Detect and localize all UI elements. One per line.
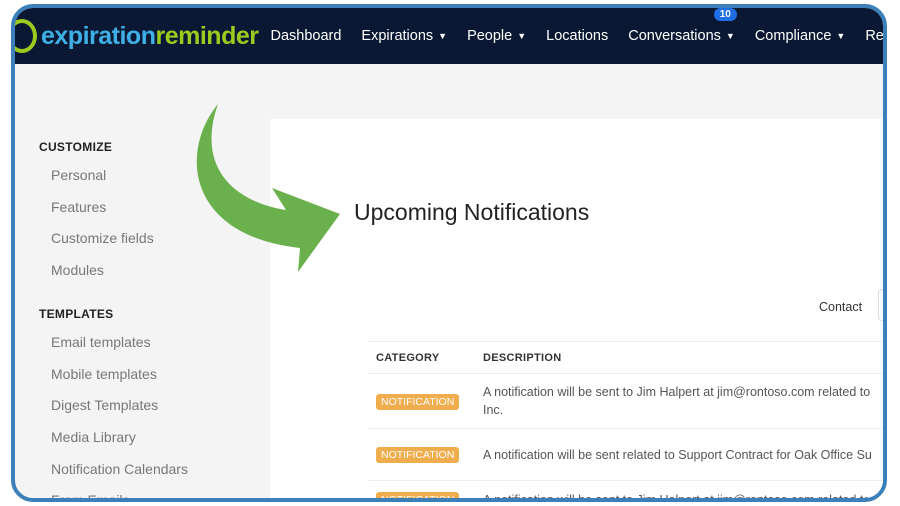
nav-label: Compliance	[754, 28, 832, 44]
settings-sidebar: CUSTOMIZE Personal Features Customize fi…	[15, 64, 270, 498]
column-category: CATEGORY	[368, 341, 475, 374]
nav-reports[interactable]: Reports	[865, 28, 884, 44]
table-row[interactable]: NOTIFICATION A notification will be sent …	[368, 428, 883, 481]
table-row[interactable]: NOTIFICATION A notification will be sent …	[368, 480, 883, 502]
top-navbar: expiration reminder Dashboard Expirations…	[15, 8, 883, 64]
nav-label: Reports	[865, 28, 884, 44]
caret-down-icon: ▼	[836, 31, 846, 42]
main-panel: Upcoming Notifications Contact CATEGORY D…	[270, 119, 883, 502]
alarm-clock-icon	[15, 19, 37, 53]
sidebar-item-features[interactable]: Features	[51, 199, 106, 215]
sidebar-item-digest-templates[interactable]: Digest Templates	[51, 397, 158, 413]
sidebar-item-email-templates[interactable]: Email templates	[51, 334, 151, 350]
caret-down-icon: ▼	[438, 31, 448, 42]
nav-label: People	[467, 28, 513, 44]
notifications-table: CATEGORY DESCRIPTION NOTIFICATION A notifi…	[368, 341, 883, 502]
sidebar-item-customize-fields[interactable]: Customize fields	[51, 230, 154, 246]
nav-dashboard[interactable]: Dashboard	[270, 28, 341, 44]
sidebar-item-modules[interactable]: Modules	[51, 262, 104, 278]
description: A notification will be sent to Jim Halpe…	[483, 385, 871, 399]
sidebar-item-notification-calendars[interactable]: Notification Calendars	[51, 461, 188, 477]
category-badge: NOTIFICATION	[376, 447, 460, 463]
nav-people[interactable]: People ▼	[467, 28, 526, 44]
nav-conversations[interactable]: Conversations ▼ 10	[628, 8, 737, 44]
logo-text-1: expiration	[41, 21, 156, 50]
caret-down-icon: ▼	[725, 31, 735, 42]
table-header: CATEGORY DESCRIPTION	[368, 341, 883, 374]
nav-label: Conversations	[628, 28, 721, 44]
nav-locations[interactable]: Locations	[546, 28, 608, 44]
nav-expirations[interactable]: Expirations ▼	[361, 28, 447, 44]
unread-badge: 10	[713, 8, 737, 21]
nav-label: Dashboard	[270, 28, 342, 44]
contact-label: Contact	[819, 300, 863, 314]
caret-down-icon: ▼	[517, 31, 527, 42]
logo[interactable]: expiration reminder	[15, 8, 259, 64]
description: A notification will be sent to Jim Halpe…	[483, 492, 871, 502]
nav-compliance[interactable]: Compliance ▼	[755, 28, 846, 44]
browser-frame: expiration reminder Dashboard Expirations…	[11, 4, 887, 502]
category-badge: NOTIFICATION	[376, 492, 460, 498]
table-row[interactable]: NOTIFICATION A notification will be sent …	[368, 373, 883, 429]
sidebar-item-media-library[interactable]: Media Library	[51, 429, 136, 445]
category-badge: NOTIFICATION	[376, 393, 460, 410]
description: A notification will be sent related to S…	[483, 447, 872, 462]
contact-select[interactable]	[878, 289, 883, 321]
nav-label: Expirations	[361, 28, 434, 44]
description-cont: Inc.	[483, 403, 504, 417]
logo-text-2: reminder	[155, 21, 259, 50]
column-description: DESCRIPTION	[475, 341, 883, 374]
sidebar-item-personal[interactable]: Personal	[51, 167, 106, 183]
nav-label: Locations	[546, 28, 609, 44]
sidebar-item-mobile-templates[interactable]: Mobile templates	[51, 366, 157, 382]
section-customize: CUSTOMIZE	[39, 140, 113, 154]
sidebar-item-from-emails[interactable]: From Emails	[51, 492, 130, 498]
section-templates: TEMPLATES	[39, 307, 114, 321]
page-title: Upcoming Notifications	[354, 199, 590, 225]
